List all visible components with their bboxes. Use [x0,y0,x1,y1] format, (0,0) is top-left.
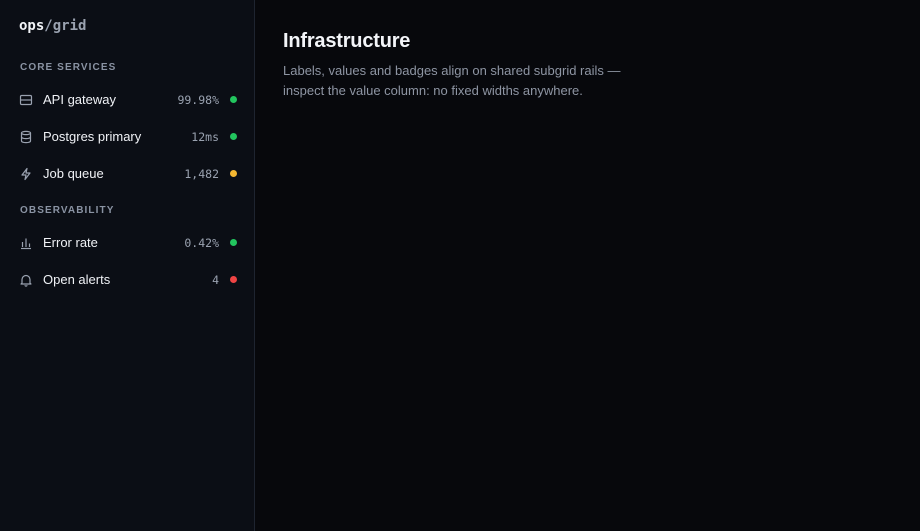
sidebar-item-label: Error rate [43,235,98,250]
sidebar-item-value: 12ms [191,129,219,144]
status-badge [230,276,237,283]
page-title: Infrastructure [283,30,411,52]
nav-list-observability: Error rate 0.42% Open alerts 4 [0,224,254,298]
sidebar-item-value: 4 [212,272,219,287]
sidebar-item-value: 0.42% [184,235,219,250]
sidebar-item-job-queue[interactable]: Job queue 1,482 [0,155,254,192]
app-shell: ops/grid CORE SERVICES API gateway 99.98… [0,0,920,531]
brand-slash: / [44,18,53,34]
brand-logo[interactable]: ops/grid [0,16,254,36]
page-description: Labels, values and badges align on share… [283,63,621,98]
bolt-icon [19,167,33,181]
sidebar-item-label: API gateway [43,92,116,107]
sidebar-item-value: 99.98% [177,92,219,107]
nav-list-core-services: API gateway 99.98% Postgres primary 12ms… [0,81,254,192]
sidebar-item-error-rate[interactable]: Error rate 0.42% [0,224,254,261]
status-badge [230,239,237,246]
status-badge [230,96,237,103]
sidebar-item-label: Open alerts [43,272,111,287]
main-content: Infrastructure Labels, values and badges… [255,0,920,531]
section-label-core-services: CORE SERVICES [20,62,117,73]
status-badge [230,170,237,177]
sidebar: ops/grid CORE SERVICES API gateway 99.98… [0,0,255,531]
sidebar-item-api-gateway[interactable]: API gateway 99.98% [0,81,254,118]
section-label-observability: OBSERVABILITY [20,205,115,216]
server-icon [19,93,33,107]
brand-secondary: grid [52,18,87,34]
sidebar-item-open-alerts[interactable]: Open alerts 4 [0,261,254,298]
sidebar-item-label: Job queue [43,166,104,181]
database-icon [19,130,33,144]
status-badge [230,133,237,140]
sidebar-item-postgres-primary[interactable]: Postgres primary 12ms [0,118,254,155]
sidebar-item-value: 1,482 [184,166,219,181]
bell-icon [19,273,33,287]
sidebar-item-label: Postgres primary [43,129,142,144]
bar-chart-icon [19,236,33,250]
brand-primary: ops [19,18,45,34]
